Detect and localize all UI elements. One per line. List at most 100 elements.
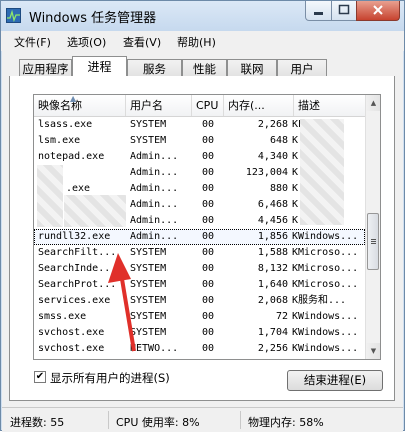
table-row[interactable]: smss.exe SYSTEM 00 72 K Windows... xyxy=(34,309,365,325)
red-arrow-annotation xyxy=(108,253,136,352)
column-user-name[interactable]: 用户名 xyxy=(126,95,192,116)
process-memory: 648 xyxy=(269,135,288,146)
pixelated-region xyxy=(300,119,344,225)
process-user: Admin... xyxy=(130,231,179,242)
tab-processes[interactable]: 进程 xyxy=(72,56,127,77)
show-all-users-text: 显示所有用户的进程 xyxy=(50,371,154,385)
title-bar[interactable]: Windows 任务管理器 xyxy=(1,1,404,31)
grip-line xyxy=(371,241,376,242)
column-memory-label: 内存(... xyxy=(228,99,265,112)
process-cpu: 00 xyxy=(201,247,215,258)
process-user: Admin... xyxy=(130,215,179,226)
tab-networking[interactable]: 联网 xyxy=(227,59,277,76)
end-process-button[interactable]: 结束进程(E) xyxy=(287,370,383,391)
table-row[interactable]: SearchInde... SYSTEM 00 8,132 K Microso.… xyxy=(34,261,365,277)
tab-applications[interactable]: 应用程序 xyxy=(19,59,72,76)
process-cpu: 00 xyxy=(201,295,215,306)
task-manager-icon xyxy=(6,8,21,23)
menu-file[interactable]: 文件(F) xyxy=(14,34,51,50)
tab-services[interactable]: 服务 xyxy=(127,59,182,76)
status-process-count: 进程数: 55 xyxy=(10,416,65,429)
status-divider xyxy=(108,411,109,429)
column-description-label: 描述 xyxy=(298,99,320,112)
menu-bar: 文件(F) 选项(O) 查看(V) 帮助(H) xyxy=(1,31,404,51)
column-description[interactable]: 描述 xyxy=(294,95,365,116)
process-cpu: 00 xyxy=(201,151,215,162)
grip-line xyxy=(371,239,376,240)
process-cpu: 00 xyxy=(201,279,215,290)
menu-view[interactable]: 查看(V) xyxy=(123,34,161,50)
process-user: Admin... xyxy=(130,167,179,178)
menu-help[interactable]: 帮助(H) xyxy=(177,34,216,50)
process-memory: 4,340 xyxy=(257,151,288,162)
process-description: Microso... xyxy=(298,247,359,258)
close-icon xyxy=(373,5,383,15)
table-row[interactable]: SearchProt... SYSTEM 00 1,640 K Microso.… xyxy=(34,277,365,293)
process-description: Windows... xyxy=(298,231,359,242)
process-description: Windows... xyxy=(298,343,359,354)
tab-performance[interactable]: 性能 xyxy=(182,59,227,76)
process-description: Microso... xyxy=(298,279,359,290)
process-memory: 1,588 xyxy=(257,247,288,258)
table-row-selected[interactable]: rundll32.exe Admin... 00 1,856 K Windows… xyxy=(34,229,365,245)
process-memory: 4,456 xyxy=(257,215,288,226)
process-user: Admin... xyxy=(130,183,179,194)
process-description: 服务和... xyxy=(298,295,347,306)
process-memory: 1,704 xyxy=(257,327,288,338)
vertical-scrollbar[interactable]: ▲ ▼ xyxy=(365,95,380,359)
process-user: SYSTEM xyxy=(130,135,167,146)
show-all-users-checkbox[interactable]: ✔ xyxy=(34,371,46,383)
process-memory: 880 xyxy=(269,183,288,194)
table-row[interactable]: svchost.exe NETWO... 00 2,256 K Windows.… xyxy=(34,341,365,357)
table-row[interactable]: SearchFilt... SYSTEM 00 1,588 K Microso.… xyxy=(34,245,365,261)
maximize-button[interactable] xyxy=(331,1,357,21)
process-cpu: 00 xyxy=(201,135,215,146)
close-button[interactable] xyxy=(356,1,400,21)
column-image-name[interactable]: ▲ 映像名称 xyxy=(34,95,126,116)
menu-options[interactable]: 选项(O) xyxy=(67,34,106,50)
process-memory: 2,068 xyxy=(257,295,288,306)
process-user: Admin... xyxy=(130,151,179,162)
column-memory[interactable]: 内存(... xyxy=(224,95,294,116)
process-name: lsm.exe xyxy=(38,135,81,146)
table-row[interactable]: svchost.exe SYSTEM 00 1,704 K Windows... xyxy=(34,325,365,341)
task-manager-window: Windows 任务管理器 文件(F) 选项(O) 查看(V) 帮助(H) 应用… xyxy=(0,0,405,432)
status-cpu-usage: CPU 使用率: 8% xyxy=(116,416,200,429)
minimize-button[interactable] xyxy=(305,1,332,21)
scroll-up-button[interactable]: ▲ xyxy=(366,95,380,111)
process-name: lsass.exe xyxy=(38,119,93,130)
column-cpu[interactable]: CPU xyxy=(192,95,224,116)
process-list[interactable]: ▲ 映像名称 用户名 CPU 内存(... 描述 lsass.exe SYSTE… xyxy=(33,94,381,360)
column-user-name-label: 用户名 xyxy=(130,99,163,112)
pixelated-region xyxy=(64,195,126,227)
process-memory: 1,856 xyxy=(257,231,288,242)
process-cpu: 00 xyxy=(201,199,215,210)
status-bar: 进程数: 55 CPU 使用率: 8% 物理内存: 58% xyxy=(2,407,403,432)
process-cpu: 00 xyxy=(201,231,215,242)
process-name: notepad.exe xyxy=(38,151,105,162)
scroll-down-button[interactable]: ▼ xyxy=(366,343,380,359)
table-row[interactable]: services.exe SYSTEM 00 2,068 K 服务和... xyxy=(34,293,365,309)
scroll-thumb[interactable] xyxy=(367,213,379,270)
status-physical-memory: 物理内存: 58% xyxy=(248,416,324,429)
process-memory: 2,256 xyxy=(257,343,288,354)
maximize-icon xyxy=(338,4,350,15)
tab-users[interactable]: 用户 xyxy=(277,59,327,76)
process-cpu: 00 xyxy=(201,327,215,338)
process-memory: 1,640 xyxy=(257,279,288,290)
process-memory: 2,268 xyxy=(257,119,288,130)
process-memory: 6,468 xyxy=(257,199,288,210)
process-memory: 123,004 xyxy=(245,167,288,178)
pixelated-region xyxy=(37,165,63,227)
process-cpu: 00 xyxy=(201,119,215,130)
process-user: Admin... xyxy=(130,199,179,210)
process-description: Windows... xyxy=(298,327,359,338)
process-cpu: 00 xyxy=(201,215,215,226)
process-description: Microso... xyxy=(298,263,359,274)
process-memory: 8,132 xyxy=(257,263,288,274)
process-memory: 72 xyxy=(275,311,288,322)
process-name: rundll32.exe xyxy=(38,231,111,242)
show-all-users-label[interactable]: 显示所有用户的进程(S) xyxy=(50,370,170,386)
column-header: ▲ 映像名称 用户名 CPU 内存(... 描述 xyxy=(34,95,365,117)
column-cpu-label: CPU xyxy=(196,99,219,112)
